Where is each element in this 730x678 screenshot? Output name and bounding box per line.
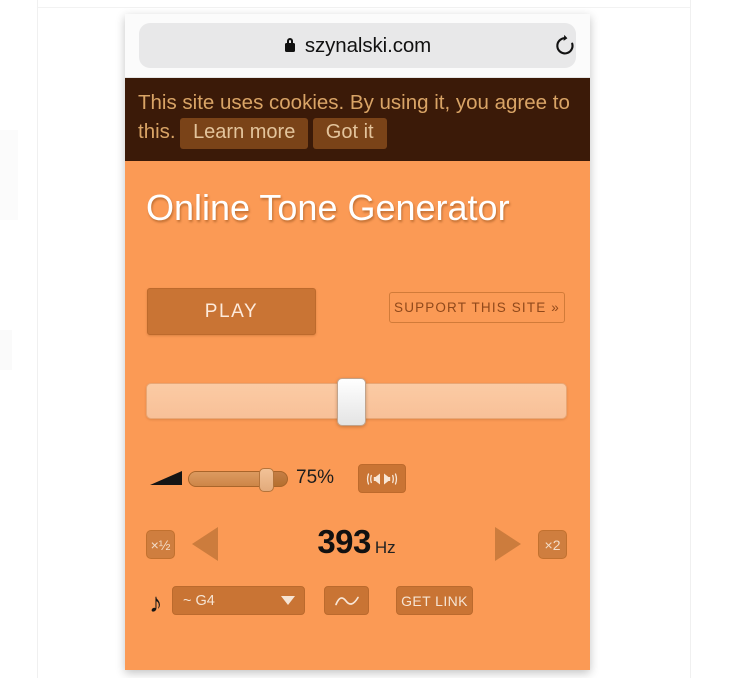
sine-wave-icon — [334, 596, 359, 605]
volume-wedge-icon — [150, 471, 182, 485]
background-block-upper — [0, 130, 18, 220]
screenshot-root: szynalski.com This site uses cookies. By… — [0, 0, 730, 678]
cookie-banner: This site uses cookies. By using it, you… — [125, 78, 590, 161]
page-title: Online Tone Generator — [146, 187, 510, 228]
chevron-down-icon — [281, 596, 295, 605]
cookie-message-line1: This site uses cookies. By using it, you… — [138, 91, 570, 114]
play-button[interactable]: PLAY — [147, 288, 316, 335]
get-link-button[interactable]: GET LINK — [396, 586, 473, 615]
background-rule-top — [37, 7, 691, 8]
lock-icon — [284, 38, 297, 54]
volume-row: 75% — [146, 461, 567, 497]
note-select[interactable]: ~ G4 — [172, 586, 305, 615]
volume-slider[interactable] — [188, 468, 288, 492]
support-this-site-button[interactable]: SUPPORT THIS SITE » — [389, 292, 565, 323]
browser-toolbar: szynalski.com — [125, 14, 590, 78]
tone-generator-app: Online Tone Generator PLAY SUPPORT THIS … — [125, 161, 590, 670]
background-rule-right — [690, 0, 691, 678]
frequency-slider[interactable] — [146, 378, 567, 426]
background-rule-left — [37, 0, 38, 678]
bottom-controls-row: ♪ ~ G4 GET LINK — [146, 586, 567, 620]
volume-slider-thumb[interactable] — [258, 468, 274, 492]
music-note-icon: ♪ — [149, 588, 163, 618]
learn-more-button[interactable]: Learn more — [180, 118, 309, 149]
url-bar-content: szynalski.com — [284, 34, 431, 58]
stereo-balance-button[interactable] — [358, 464, 406, 493]
stereo-balance-icon — [366, 472, 398, 485]
frequency-unit: Hz — [374, 538, 396, 557]
volume-percent-label: 75% — [296, 467, 335, 488]
note-select-value: ~ G4 — [183, 592, 215, 609]
frequency-value: 393 — [317, 523, 371, 560]
mobile-browser-window: szynalski.com This site uses cookies. By… — [125, 14, 590, 670]
waveform-button[interactable] — [324, 586, 369, 615]
url-text: szynalski.com — [304, 33, 432, 57]
triangle-right-icon[interactable] — [495, 527, 521, 561]
frequency-slider-thumb[interactable] — [337, 378, 366, 426]
background-block-lower — [0, 330, 12, 370]
got-it-button[interactable]: Got it — [312, 118, 387, 149]
frequency-row: ×½ 393 Hz ×2 — [146, 521, 567, 569]
reload-icon[interactable] — [550, 31, 580, 61]
volume-slider-fill — [189, 472, 263, 486]
double-frequency-button[interactable]: ×2 — [538, 530, 567, 559]
cookie-message-line2: this. — [138, 120, 176, 143]
url-bar[interactable]: szynalski.com — [139, 23, 576, 68]
